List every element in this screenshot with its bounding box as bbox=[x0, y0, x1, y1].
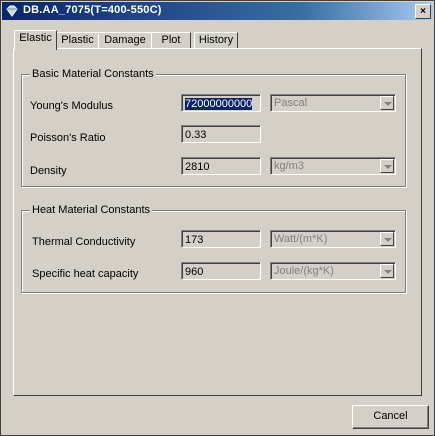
specific-heat-input[interactable]: 960 bbox=[181, 262, 261, 280]
chevron-down-icon bbox=[380, 232, 394, 246]
diamond-icon bbox=[6, 5, 18, 17]
youngs-modulus-input[interactable]: 72000000000 bbox=[181, 94, 261, 112]
material-dialog: DB.AA_7075(T=400-550C) × Elastic Plastic… bbox=[0, 0, 435, 436]
specific-heat-unit-select[interactable]: Joule/(kg*K) bbox=[270, 262, 396, 280]
elastic-panel: Basic Material Constants Young's Modulus… bbox=[13, 48, 422, 396]
youngs-modulus-label: Young's Modulus bbox=[30, 100, 114, 112]
window-title: DB.AA_7075(T=400-550C) bbox=[23, 4, 162, 16]
basic-constants-group: Basic Material Constants Young's Modulus… bbox=[21, 68, 406, 187]
poissons-ratio-input[interactable]: 0.33 bbox=[181, 125, 261, 143]
density-unit-select[interactable]: kg/m3 bbox=[270, 157, 396, 175]
poissons-ratio-label: Poisson's Ratio bbox=[30, 132, 106, 144]
youngs-modulus-unit-select[interactable]: Pascal bbox=[270, 94, 396, 112]
density-label: Density bbox=[30, 165, 67, 177]
close-icon: × bbox=[420, 6, 426, 17]
heat-constants-group: Heat Material Constants Thermal Conducti… bbox=[21, 204, 406, 293]
thermal-conductivity-label: Thermal Conductivity bbox=[32, 236, 136, 248]
chevron-down-icon bbox=[380, 264, 394, 278]
tab-history[interactable]: History bbox=[194, 32, 238, 49]
chevron-down-icon bbox=[380, 96, 394, 110]
chevron-down-icon bbox=[380, 159, 394, 173]
tab-damage[interactable]: Damage bbox=[98, 32, 152, 49]
close-button[interactable]: × bbox=[415, 4, 431, 19]
thermal-conductivity-input[interactable]: 173 bbox=[181, 230, 261, 248]
heat-constants-title: Heat Material Constants bbox=[30, 204, 152, 216]
title-bar: DB.AA_7075(T=400-550C) × bbox=[2, 2, 433, 20]
density-input[interactable]: 2810 bbox=[181, 157, 261, 175]
tab-plastic[interactable]: Plastic bbox=[56, 32, 99, 49]
tab-plot[interactable]: Plot bbox=[151, 32, 191, 49]
thermal-conductivity-unit-select[interactable]: Watt/(m*K) bbox=[270, 230, 396, 248]
tab-elastic[interactable]: Elastic bbox=[14, 30, 57, 50]
basic-constants-title: Basic Material Constants bbox=[30, 68, 156, 80]
specific-heat-label: Specific heat capacity bbox=[32, 268, 139, 280]
cancel-button[interactable]: Cancel bbox=[352, 405, 429, 429]
